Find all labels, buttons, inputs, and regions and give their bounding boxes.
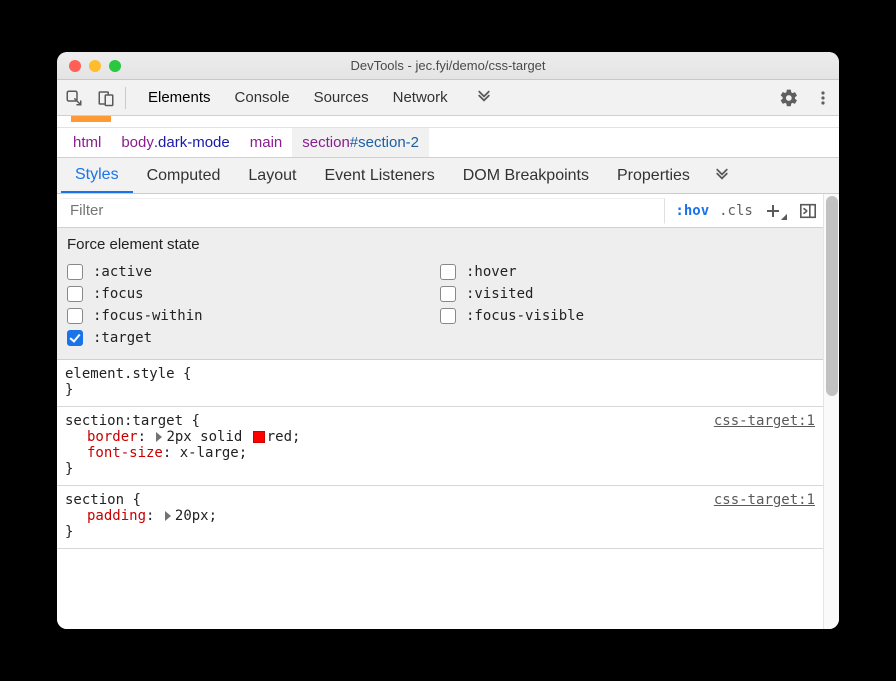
tab-console[interactable]: Console [223, 80, 302, 115]
breadcrumb-item-selected[interactable]: section#section-2 [292, 128, 429, 157]
inspect-icon[interactable] [65, 89, 83, 107]
window-title: DevTools - jec.fyi/demo/css-target [57, 58, 839, 73]
element-classes-toggle[interactable]: .cls [719, 203, 753, 219]
checkbox-icon[interactable] [440, 308, 456, 324]
declaration[interactable]: padding: 20px; [87, 508, 815, 524]
vertical-scrollbar[interactable] [823, 194, 839, 629]
checkbox-icon[interactable] [440, 264, 456, 280]
settings-icon[interactable] [779, 88, 799, 108]
style-rule-element-style[interactable]: element.style { } [57, 360, 823, 407]
subtab-layout[interactable]: Layout [234, 158, 310, 193]
tab-sources[interactable]: Sources [302, 80, 381, 115]
force-state-toggle[interactable]: :hov [675, 203, 709, 219]
state-target-row[interactable]: :target [67, 327, 440, 349]
state-focus-visible-row[interactable]: :focus-visible [440, 305, 813, 327]
expand-tri-icon[interactable] [165, 511, 171, 521]
force-state-label: Force element state [67, 236, 813, 253]
rule-source-link[interactable]: css-target:1 [714, 492, 815, 508]
titlebar: DevTools - jec.fyi/demo/css-target [57, 52, 839, 80]
maximize-icon[interactable] [109, 60, 121, 72]
close-icon[interactable] [69, 60, 81, 72]
state-active-row[interactable]: :active [67, 261, 440, 283]
styles-filter-row: :hov .cls ◢ [57, 194, 823, 228]
style-rule-section-target[interactable]: css-target:1 section:target { border: 2p… [57, 407, 823, 486]
kebab-menu-icon[interactable] [815, 90, 831, 106]
subtab-event-listeners[interactable]: Event Listeners [310, 158, 448, 193]
tab-elements[interactable]: Elements [136, 80, 223, 115]
subtab-styles[interactable]: Styles [61, 158, 133, 193]
subtab-dom-breakpoints[interactable]: DOM Breakpoints [449, 158, 603, 193]
toggle-computed-sidebar-icon[interactable] [799, 202, 817, 220]
filter-input[interactable] [61, 198, 665, 224]
checkbox-checked-icon[interactable] [67, 330, 83, 346]
main-toolbar: Elements Console Sources Network [57, 80, 839, 116]
styles-subtabs: Styles Computed Layout Event Listeners D… [57, 158, 839, 194]
dom-tree-snippet[interactable]: ▼<section id="section-2"> == $0 [57, 116, 839, 128]
expand-tri-icon[interactable] [156, 432, 162, 442]
breadcrumb-item[interactable]: html [63, 128, 111, 157]
subtab-properties[interactable]: Properties [603, 158, 704, 193]
style-rule-section[interactable]: css-target:1 section { padding: 20px; } [57, 486, 823, 549]
state-hover-row[interactable]: :hover [440, 261, 813, 283]
state-focus-within-row[interactable]: :focus-within [67, 305, 440, 327]
declaration[interactable]: font-size: x-large; [87, 445, 815, 461]
rule-source-link[interactable]: css-target:1 [714, 413, 815, 429]
declaration[interactable]: border: 2px solid red; [87, 429, 815, 445]
force-element-state-panel: Force element state :active :focus :focu… [57, 228, 823, 360]
minimize-icon[interactable] [89, 60, 101, 72]
checkbox-icon[interactable] [440, 286, 456, 302]
more-tabs-icon[interactable] [476, 90, 492, 106]
breadcrumbs: html body.dark-mode main section#section… [57, 128, 839, 158]
tab-network[interactable]: Network [381, 80, 460, 115]
checkbox-icon[interactable] [67, 286, 83, 302]
breadcrumb-item[interactable]: main [240, 128, 293, 157]
color-swatch-icon[interactable] [253, 431, 265, 443]
checkbox-icon[interactable] [67, 308, 83, 324]
scrollbar-thumb[interactable] [826, 196, 838, 396]
breadcrumb-item[interactable]: body.dark-mode [111, 128, 239, 157]
state-focus-row[interactable]: :focus [67, 283, 440, 305]
new-style-rule-icon[interactable]: ◢ [765, 203, 787, 219]
state-visited-row[interactable]: :visited [440, 283, 813, 305]
subtab-computed[interactable]: Computed [133, 158, 235, 193]
checkbox-icon[interactable] [67, 264, 83, 280]
more-subtabs-icon[interactable] [714, 168, 730, 184]
device-toolbar-icon[interactable] [97, 89, 115, 107]
devtools-window: DevTools - jec.fyi/demo/css-target Eleme… [57, 52, 839, 629]
